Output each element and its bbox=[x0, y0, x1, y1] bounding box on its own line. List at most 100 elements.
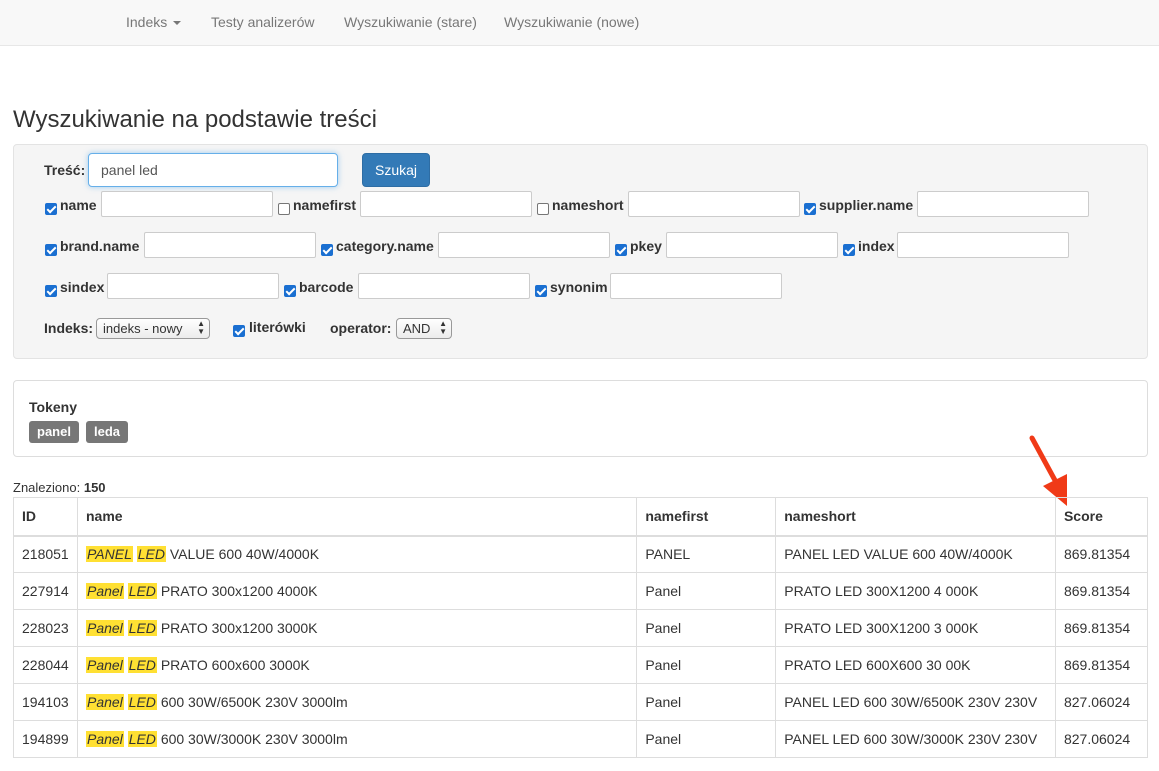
table-row: 218051 PANEL LED VALUE 600 40W/4000K PANEL… bbox=[13, 535, 1149, 573]
table-header-row: ID name namefirst nameshort Score bbox=[13, 497, 1149, 537]
field-checkbox-synonim[interactable] bbox=[535, 285, 547, 297]
field-input-pkey[interactable] bbox=[666, 232, 838, 258]
cell-name: Panel LED PRATO 300x1200 3000K bbox=[76, 609, 638, 647]
operator-select[interactable]: AND ▲ ▼ bbox=[396, 318, 452, 339]
field-input-category-name[interactable] bbox=[438, 232, 610, 258]
field-input-synonim[interactable] bbox=[610, 273, 782, 299]
cell-namefirst: Panel bbox=[636, 609, 777, 647]
field-checkbox-index[interactable] bbox=[843, 244, 855, 256]
nav-wyszukiwanie-nowe[interactable]: Wyszukiwanie (nowe) bbox=[504, 14, 639, 30]
cell-score: 869.81354 bbox=[1054, 572, 1149, 610]
nav-indeks-dropdown[interactable]: Indeks bbox=[126, 14, 182, 30]
column-header-nameshort[interactable]: nameshort bbox=[775, 497, 1056, 537]
query-label: Treść: bbox=[44, 162, 86, 178]
table-row: 194899 Panel LED 600 30W/3000K 230V 3000l… bbox=[13, 720, 1149, 758]
highlight-term: Panel bbox=[85, 657, 124, 673]
cell-nameshort: PRATO LED 600X600 30 00K bbox=[775, 646, 1056, 684]
table-row: 194103 Panel LED 600 30W/6500K 230V 3000l… bbox=[13, 683, 1149, 721]
column-header-name[interactable]: name bbox=[76, 497, 638, 537]
highlight-term: Panel bbox=[85, 731, 124, 747]
highlight-term: LED bbox=[127, 583, 157, 599]
cell-name: Panel LED 600 30W/6500K 230V 3000lm bbox=[76, 683, 638, 721]
table-row: 228044 Panel LED PRATO 600x600 3000K Panel… bbox=[13, 646, 1149, 684]
cell-score: 869.81354 bbox=[1054, 535, 1149, 573]
field-input-brand-name[interactable] bbox=[144, 232, 316, 258]
nav-indeks-label: Indeks bbox=[126, 14, 168, 30]
results-count-label: Znaleziono: bbox=[13, 480, 81, 495]
highlight-term: Panel bbox=[85, 694, 124, 710]
field-label-supplier-name: supplier.name bbox=[819, 197, 914, 213]
cell-nameshort: PANEL LED 600 30W/3000K 230V 230V bbox=[775, 720, 1056, 758]
search-form: Treść: Szukaj name namefirst nameshort s… bbox=[13, 144, 1148, 359]
highlight-term: LED bbox=[127, 731, 157, 747]
field-label-name: name bbox=[60, 197, 97, 213]
cell-namefirst: Panel bbox=[636, 572, 777, 610]
field-checkbox-sindex[interactable] bbox=[45, 285, 57, 297]
tokens-title: Tokeny bbox=[29, 399, 77, 415]
name-rest: PRATO 300x1200 3000K bbox=[160, 620, 318, 636]
select-arrows-icon: ▲ ▼ bbox=[439, 319, 447, 336]
cell-name: Panel LED 600 30W/3000K 230V 3000lm bbox=[76, 720, 638, 758]
highlight-term: Panel bbox=[85, 583, 124, 599]
name-rest: PRATO 600x600 3000K bbox=[160, 657, 310, 673]
index-select[interactable]: indeks - nowy ▲ ▼ bbox=[96, 318, 210, 339]
column-header-score[interactable]: Score bbox=[1054, 497, 1149, 537]
tokens-panel: Tokeny panel leda bbox=[13, 380, 1148, 457]
cell-id: 194103 bbox=[13, 683, 78, 721]
field-label-barcode: barcode bbox=[299, 279, 354, 295]
field-input-index[interactable] bbox=[897, 232, 1069, 258]
cell-id: 228023 bbox=[13, 609, 78, 647]
cell-score: 869.81354 bbox=[1054, 609, 1149, 647]
token-badge: leda bbox=[86, 421, 129, 443]
field-checkbox-namefirst[interactable] bbox=[278, 203, 290, 215]
token-badge: panel bbox=[29, 421, 79, 443]
field-label-index: index bbox=[858, 238, 895, 254]
cell-nameshort: PANEL LED VALUE 600 40W/4000K bbox=[775, 535, 1056, 573]
field-checkbox-supplier-name[interactable] bbox=[804, 203, 816, 215]
column-header-namefirst[interactable]: namefirst bbox=[636, 497, 777, 537]
field-input-nameshort[interactable] bbox=[628, 191, 800, 217]
index-select-value: indeks - nowy bbox=[103, 321, 183, 336]
field-input-barcode[interactable] bbox=[358, 273, 530, 299]
query-input[interactable] bbox=[88, 153, 338, 187]
operator-select-value: AND bbox=[403, 321, 431, 336]
nav-wyszukiwanie-stare[interactable]: Wyszukiwanie (stare) bbox=[344, 14, 477, 30]
field-checkbox-name[interactable] bbox=[45, 203, 57, 215]
typos-checkbox[interactable] bbox=[233, 325, 245, 337]
page-title: Wyszukiwanie na podstawie treści bbox=[13, 106, 377, 133]
highlight-term: LED bbox=[127, 694, 157, 710]
field-input-name[interactable] bbox=[101, 191, 273, 217]
field-checkbox-pkey[interactable] bbox=[615, 244, 627, 256]
field-label-synonim: synonim bbox=[550, 279, 608, 295]
name-rest: VALUE 600 40W/4000K bbox=[169, 546, 320, 563]
search-button[interactable]: Szukaj bbox=[362, 153, 430, 187]
cell-namefirst: Panel bbox=[636, 646, 777, 684]
highlight-term: LED bbox=[127, 620, 157, 636]
column-header-id[interactable]: ID bbox=[13, 497, 78, 537]
cell-namefirst: PANEL bbox=[636, 535, 777, 573]
field-checkbox-brand-name[interactable] bbox=[45, 244, 57, 256]
field-input-supplier-name[interactable] bbox=[917, 191, 1089, 217]
field-input-sindex[interactable] bbox=[107, 273, 279, 299]
field-checkbox-nameshort[interactable] bbox=[537, 203, 549, 215]
field-checkbox-category-name[interactable] bbox=[321, 244, 333, 256]
cell-id: 218051 bbox=[13, 535, 78, 573]
results-table: ID name namefirst nameshort Score 218051… bbox=[13, 497, 1149, 758]
select-arrows-icon: ▲ ▼ bbox=[197, 319, 205, 336]
results-count: Znaleziono: 150 bbox=[13, 480, 106, 495]
cell-score: 827.06024 bbox=[1054, 683, 1149, 721]
cell-nameshort: PRATO LED 300X1200 3 000K bbox=[775, 609, 1056, 647]
cell-name: PANEL LED VALUE 600 40W/4000K bbox=[76, 535, 638, 573]
cell-name: Panel LED PRATO 600x600 3000K bbox=[76, 646, 638, 684]
name-rest: PRATO 300x1200 4000K bbox=[160, 583, 318, 599]
field-checkbox-barcode[interactable] bbox=[284, 285, 296, 297]
results-count-value: 150 bbox=[83, 480, 106, 495]
field-label-brand-name: brand.name bbox=[60, 238, 140, 254]
name-rest: 600 30W/6500K 230V 3000lm bbox=[160, 694, 348, 710]
highlight-term: LED bbox=[136, 546, 166, 563]
highlight-term: Panel bbox=[85, 620, 124, 636]
field-label-namefirst: namefirst bbox=[293, 197, 357, 213]
cell-nameshort: PRATO LED 300X1200 4 000K bbox=[775, 572, 1056, 610]
field-input-namefirst[interactable] bbox=[360, 191, 532, 217]
nav-testy-analizerow[interactable]: Testy analizerów bbox=[211, 14, 315, 30]
